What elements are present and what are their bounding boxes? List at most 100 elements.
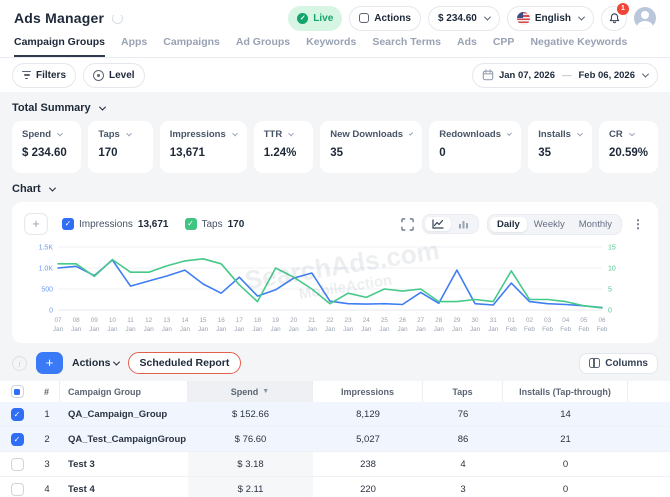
total-summary-toggle[interactable]: Total Summary — [12, 102, 658, 114]
svg-text:05: 05 — [580, 317, 588, 324]
campaign-group-name: QA_Test_CampaignGroup — [60, 427, 188, 451]
row-select-cell — [0, 452, 34, 476]
language-dropdown[interactable]: English — [507, 6, 594, 31]
col-header-tap-thro[interactable]: Tap-thro — [628, 381, 670, 402]
table-row[interactable]: ✓2QA_Test_CampaignGroup$ 76.605,0278621 — [0, 427, 670, 452]
add-campaign-group-button[interactable]: + — [36, 352, 63, 374]
chart-type-toggle — [422, 214, 479, 234]
tab-keywords[interactable]: Keywords — [306, 36, 356, 57]
checkbox-checked-icon[interactable]: ✓ — [62, 218, 74, 230]
tab-negative-keywords[interactable]: Negative Keywords — [530, 36, 627, 57]
tab-apps[interactable]: Apps — [121, 36, 147, 57]
us-flag-icon — [517, 12, 530, 25]
granularity-daily[interactable]: Daily — [490, 217, 527, 232]
fullscreen-icon[interactable] — [401, 218, 414, 231]
svg-text:Jan: Jan — [343, 326, 354, 333]
chevron-down-icon — [126, 130, 132, 136]
tab-campaign-groups[interactable]: Campaign Groups — [14, 36, 105, 57]
date-range-picker[interactable]: Jan 07, 2026 — Feb 06, 2026 — [472, 63, 658, 88]
svg-text:Jan: Jan — [252, 326, 263, 333]
summary-card-value: 1.24% — [264, 147, 303, 159]
cell-spend: $ 3.18 — [188, 452, 313, 476]
svg-text:Jan: Jan — [397, 326, 408, 333]
cell-num: 2 — [34, 427, 60, 451]
notifications-button[interactable]: 1 — [601, 6, 627, 31]
summary-card-cr[interactable]: CR20.59% — [599, 121, 658, 173]
svg-text:28: 28 — [435, 317, 443, 324]
filters-button[interactable]: Filters — [12, 63, 76, 88]
col-header-installs-tap-through[interactable]: Installs (Tap-through) — [503, 381, 628, 402]
refresh-loader-icon[interactable] — [112, 13, 123, 24]
svg-text:Jan: Jan — [488, 326, 499, 333]
chevron-down-icon — [507, 131, 512, 136]
cell-num: 3 — [34, 452, 60, 476]
table-actions-dropdown[interactable]: Actions — [72, 357, 119, 369]
granularity-monthly[interactable]: Monthly — [572, 217, 619, 232]
cell-inst: 14 — [503, 402, 628, 426]
col-header-taps[interactable]: Taps — [423, 381, 503, 402]
actions-button[interactable]: Actions — [349, 6, 421, 31]
granularity-toggle: DailyWeeklyMonthly — [487, 214, 622, 235]
summary-cards: Spend$ 234.60Taps170Impressions13,671TTR… — [12, 121, 658, 173]
table-row[interactable]: ✓1QA_Campaign_Group$ 152.668,1297614 — [0, 402, 670, 427]
svg-text:Feb: Feb — [524, 326, 535, 333]
table-row[interactable]: 4Test 4$ 2.1122030 — [0, 477, 670, 497]
col-header-spend[interactable]: Spend▼ — [188, 381, 313, 402]
chart-svg[interactable]: 1.5K1.0K500015105007Jan08Jan09Jan10Jan11… — [24, 242, 646, 336]
svg-text:03: 03 — [544, 317, 552, 324]
summary-card-impressions[interactable]: Impressions13,671 — [160, 121, 247, 173]
columns-button[interactable]: Columns — [579, 353, 658, 374]
svg-text:0: 0 — [49, 308, 53, 315]
row-checkbox[interactable]: ✓ — [11, 433, 24, 446]
svg-text:Jan: Jan — [271, 326, 282, 333]
summary-card-installs[interactable]: Installs35 — [528, 121, 592, 173]
svg-text:Jan: Jan — [107, 326, 118, 333]
chevron-down-icon — [232, 130, 238, 136]
summary-card-redownloads[interactable]: Redownloads0 — [429, 121, 521, 173]
tab-search-terms[interactable]: Search Terms — [372, 36, 441, 57]
chevron-down-icon — [642, 70, 649, 77]
col-header-impressions[interactable]: Impressions — [313, 381, 423, 402]
chart-toggle[interactable]: Chart — [12, 183, 658, 195]
tab-ad-groups[interactable]: Ad Groups — [236, 36, 290, 57]
svg-text:04: 04 — [562, 317, 570, 324]
summary-card-label: Spend — [22, 129, 71, 140]
svg-text:Jan: Jan — [325, 326, 336, 333]
select-all-checkbox[interactable] — [11, 385, 24, 398]
col-header-select[interactable] — [0, 381, 34, 402]
cell-imp: 8,129 — [313, 402, 423, 426]
svg-text:07: 07 — [54, 317, 62, 324]
summary-card-spend[interactable]: Spend$ 234.60 — [12, 121, 81, 173]
row-checkbox[interactable]: ✓ — [11, 408, 24, 421]
bar-chart-button[interactable] — [451, 217, 476, 231]
tab-cpp[interactable]: CPP — [493, 36, 515, 57]
line-chart-button[interactable] — [425, 217, 451, 231]
level-button[interactable]: Level — [83, 63, 145, 88]
svg-text:19: 19 — [272, 317, 280, 324]
tab-ads[interactable]: Ads — [457, 36, 477, 57]
campaign-group-name: Test 3 — [60, 452, 188, 476]
col-header-campaign-group[interactable]: Campaign Group — [60, 381, 188, 402]
granularity-weekly[interactable]: Weekly — [527, 217, 572, 232]
add-metric-button[interactable]: + — [24, 213, 48, 235]
cell-num: 1 — [34, 402, 60, 426]
line-chart-icon — [432, 219, 444, 229]
legend-taps[interactable]: ✓Taps 170 — [185, 218, 245, 230]
avatar[interactable] — [634, 7, 656, 29]
info-icon[interactable]: i — [12, 356, 27, 371]
checkbox-checked-icon[interactable]: ✓ — [185, 218, 197, 230]
scheduled-report-button[interactable]: Scheduled Report — [128, 352, 242, 374]
cell-imp: 238 — [313, 452, 423, 476]
kebab-menu-icon[interactable]: ⋮ — [630, 217, 646, 231]
tab-campaigns[interactable]: Campaigns — [163, 36, 220, 57]
legend-impressions[interactable]: ✓Impressions 13,671 — [62, 218, 169, 230]
summary-card-ttr[interactable]: TTR1.24% — [254, 121, 313, 173]
row-checkbox[interactable] — [11, 458, 24, 471]
table-row[interactable]: 3Test 3$ 3.1823840 — [0, 452, 670, 477]
budget-dropdown[interactable]: $ 234.60 — [428, 6, 500, 31]
summary-card-taps[interactable]: Taps170 — [88, 121, 152, 173]
summary-card-new-downloads[interactable]: New Downloads35 — [320, 121, 422, 173]
row-checkbox[interactable] — [11, 483, 24, 496]
col-header-[interactable]: # — [34, 381, 60, 402]
row-select-cell: ✓ — [0, 427, 34, 451]
